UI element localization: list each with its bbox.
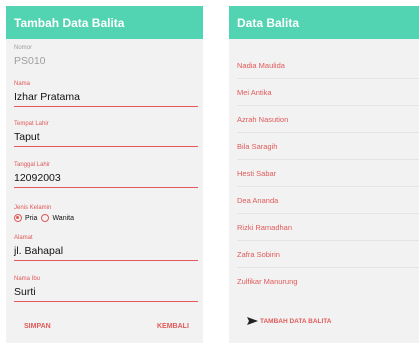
list-item[interactable]: Rizki Ramadhan	[229, 214, 419, 240]
radio-wanita-label: Wanita	[52, 214, 74, 222]
toddler-list-screen: Data Balita Nadia Maulida Mei Antika Azr…	[229, 6, 419, 343]
back-button[interactable]: KEMBALI	[157, 323, 189, 330]
tanggal-lahir-label: Tanggal Lahir	[14, 162, 51, 168]
gender-radio-group: Pria Wanita	[14, 214, 198, 222]
alamat-input[interactable]: jl. Bahapal	[14, 242, 198, 258]
radio-wanita[interactable]: Wanita	[41, 214, 74, 222]
nama-label: Nama	[14, 81, 31, 87]
jenis-kelamin-field: Jenis Kelamin Pria Wanita	[14, 204, 198, 222]
add-toddler-label: TAMBAH DATA BALITA	[260, 317, 332, 325]
list-item[interactable]: Bila Saragih	[229, 133, 419, 159]
alamat-label: Alamat	[14, 235, 33, 241]
nomor-label: Nomor	[14, 45, 33, 51]
list-item[interactable]: Hesti Sabar	[229, 160, 419, 186]
nama-field[interactable]: Nama Izhar Pratama	[14, 80, 198, 107]
tempat-lahir-underline	[14, 146, 198, 147]
nama-input[interactable]: Izhar Pratama	[14, 88, 198, 104]
toddler-list: Nadia Maulida Mei Antika Azrah Nasution …	[229, 52, 419, 294]
list-item[interactable]: Dea Ananda	[229, 187, 419, 213]
tempat-lahir-label: Tempat Lahir	[14, 121, 49, 127]
tempat-lahir-input[interactable]: Taput	[14, 128, 198, 144]
radio-pria[interactable]: Pria	[14, 214, 37, 222]
alamat-field[interactable]: Alamat jl. Bahapal	[14, 234, 198, 261]
add-toddler-screen: Tambah Data Balita Nomor PS010 Nama Izha…	[6, 6, 203, 343]
add-toddler-button[interactable]: TAMBAH DATA BALITA	[247, 317, 331, 325]
app-bar: Data Balita	[229, 6, 419, 39]
nama-ibu-input[interactable]: Surti	[14, 283, 198, 299]
nama-ibu-field[interactable]: Nama Ibu Surti	[14, 275, 198, 302]
nomor-field: Nomor PS010	[14, 44, 198, 68]
list-item[interactable]: Mei Antika	[229, 79, 419, 105]
tanggal-lahir-input[interactable]: 12092003	[14, 169, 198, 185]
send-arrow-icon	[247, 317, 258, 325]
list-item[interactable]: Nadia Maulida	[229, 52, 419, 78]
app-bar-title: Tambah Data Balita	[14, 15, 125, 30]
app-bar-title: Data Balita	[237, 15, 300, 30]
tanggal-lahir-underline	[14, 187, 198, 188]
tanggal-lahir-field[interactable]: Tanggal Lahir 12092003	[14, 161, 198, 188]
app-bar: Tambah Data Balita	[6, 6, 203, 39]
radio-unchecked-icon[interactable]	[41, 214, 50, 222]
nomor-value: PS010	[14, 55, 46, 67]
jenis-kelamin-label: Jenis Kelamin	[14, 205, 52, 211]
list-item[interactable]: Zafra Sobirin	[229, 241, 419, 267]
radio-checked-icon[interactable]	[14, 214, 22, 222]
save-button[interactable]: SIMPAN	[24, 323, 51, 330]
radio-pria-label: Pria	[25, 214, 38, 222]
tempat-lahir-field[interactable]: Tempat Lahir Taput	[14, 120, 198, 147]
alamat-underline	[14, 260, 198, 261]
nama-underline	[14, 106, 198, 107]
nama-ibu-label: Nama Ibu	[14, 276, 41, 282]
list-item[interactable]: Azrah Nasution	[229, 106, 419, 132]
list-item[interactable]: Zulfikar Manurung	[229, 268, 419, 294]
nama-ibu-underline	[14, 301, 198, 302]
